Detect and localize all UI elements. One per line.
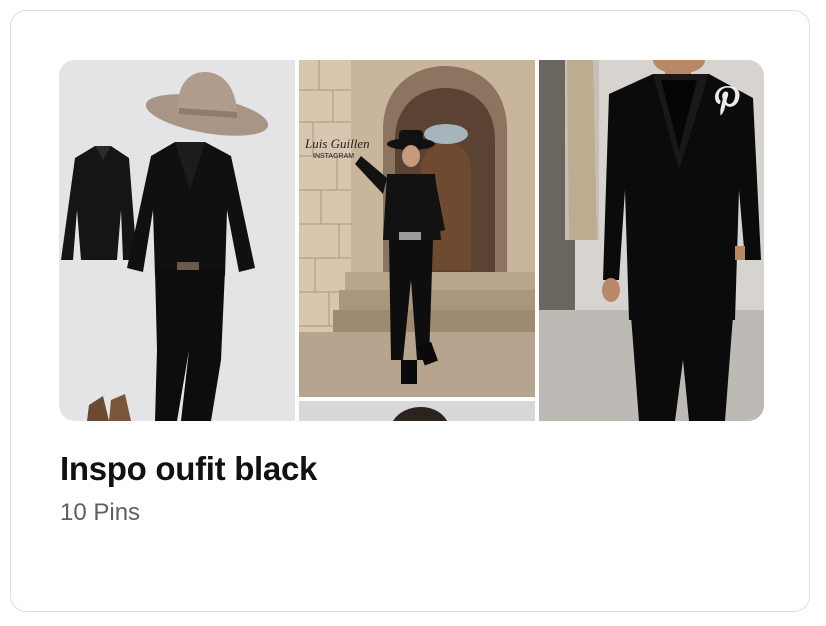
pinterest-icon [715,86,740,116]
svg-text:INSTAGRAM: INSTAGRAM [313,153,354,160]
board-cover-collage[interactable]: Luis Guillen INSTAGRAM [59,60,764,421]
pin-image-western-outfit: Luis Guillen INSTAGRAM [299,60,535,397]
board-card[interactable]: Luis Guillen INSTAGRAM Inspo oufit black… [10,10,810,612]
pin-image-partial [299,401,535,421]
board-title[interactable]: Inspo oufit black [60,449,317,489]
watermark-text: Luis Guillen [304,136,370,151]
pin-image-black-suit [539,60,764,421]
pin-count: 10 Pins [60,499,141,526]
pin-image-outfit-flatlay [59,60,295,421]
